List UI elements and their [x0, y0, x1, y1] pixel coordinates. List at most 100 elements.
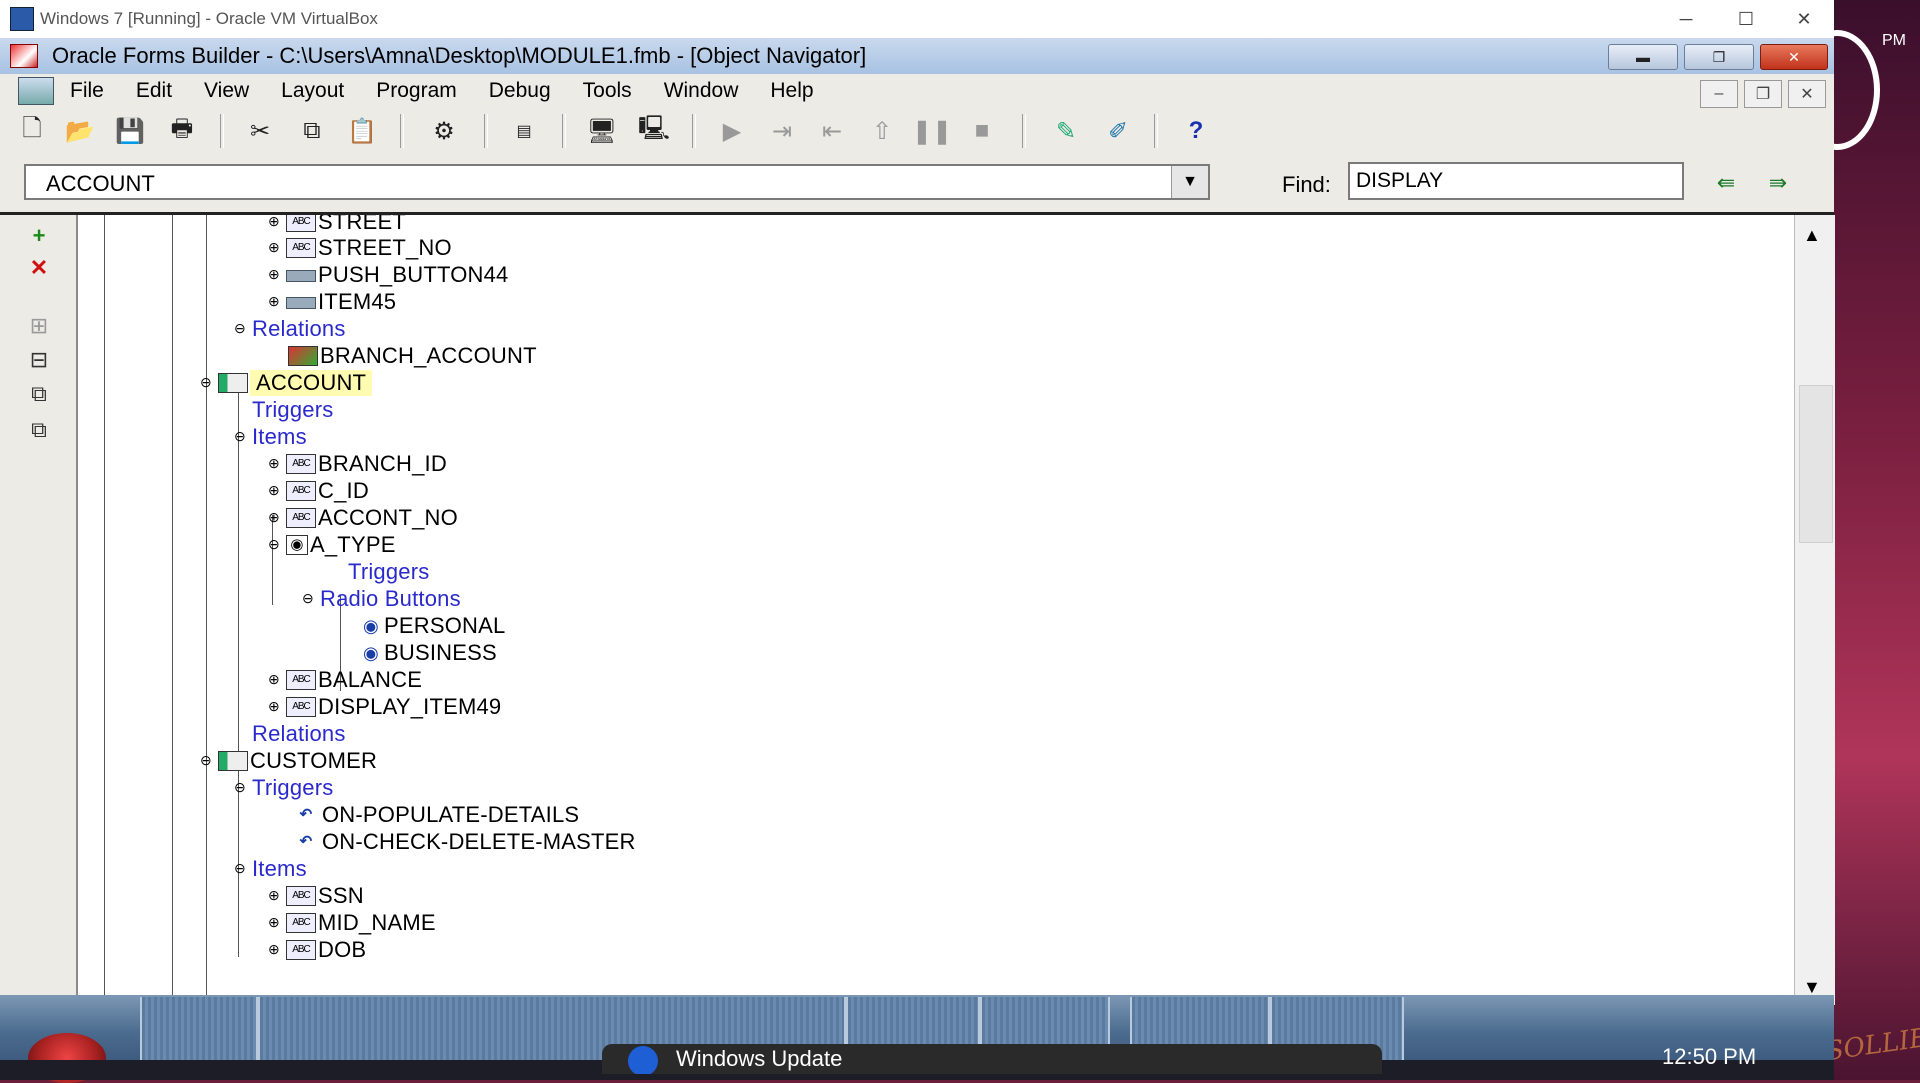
tree-node[interactable]: ◉ BUSINESS	[360, 640, 497, 666]
expand-node-icon[interactable]: ⊕	[266, 483, 282, 499]
scroll-up-icon[interactable]: ▲	[1803, 225, 1821, 246]
expand-icon[interactable]: ⊞	[22, 311, 56, 341]
tree-node[interactable]: ⊕ ABC ACCONT_NO	[266, 505, 458, 531]
menu-window[interactable]: Window	[664, 79, 739, 103]
print-icon[interactable]: 🖶	[166, 115, 198, 146]
go-icon[interactable]: ▶	[716, 116, 748, 146]
tree-node[interactable]: ⊕ ABC C_ID	[266, 478, 369, 504]
tree-node[interactable]: Triggers	[328, 559, 429, 585]
tree-node-selected[interactable]: ⊖ ACCOUNT	[198, 370, 373, 396]
pause-icon[interactable]: ❚❚	[912, 116, 952, 146]
menu-debug[interactable]: Debug	[489, 79, 551, 103]
tree-node[interactable]: ⊕ ABC BALANCE	[266, 667, 422, 693]
delete-icon[interactable]: ✕	[22, 253, 56, 283]
run-form-icon[interactable]: 🖥	[586, 116, 618, 146]
chevron-down-icon[interactable]: ▼	[1171, 166, 1208, 198]
open-folder-icon[interactable]: 📂	[64, 116, 96, 146]
tree-node[interactable]: ⊕ ABC STREET	[266, 215, 406, 235]
menu-file[interactable]: File	[70, 79, 104, 103]
tree-node[interactable]: ⊕ ITEM45	[266, 289, 396, 315]
block-selector[interactable]: ACCOUNT ▼	[24, 164, 1210, 200]
tree-node[interactable]: ⊖ Triggers	[232, 775, 333, 801]
tree-node[interactable]: ⊕ ABC BRANCH_ID	[266, 451, 447, 477]
scrollbar-thumb[interactable]	[1799, 385, 1833, 543]
tree-node[interactable]: ⊖ Items	[232, 856, 307, 882]
menu-tools[interactable]: Tools	[583, 79, 632, 103]
tree-node[interactable]: ↶ ON-POPULATE-DETAILS	[292, 802, 579, 828]
wizard-icon[interactable]: ✎	[1050, 116, 1082, 146]
create-icon[interactable]: +	[22, 221, 56, 251]
tree-node[interactable]: Relations	[232, 721, 346, 747]
tree-node[interactable]: ⊖ Radio Buttons	[300, 586, 461, 612]
collapse-node-icon[interactable]: ⊖	[300, 591, 316, 607]
menu-layout[interactable]: Layout	[281, 79, 344, 103]
collapse-node-icon[interactable]: ⊖	[232, 780, 248, 796]
tree-node[interactable]: ⊖ Relations	[232, 316, 346, 342]
vertical-scrollbar[interactable]: ▲ ▼	[1794, 215, 1835, 1005]
taskbar-button[interactable]	[140, 997, 258, 1060]
host-minimize-button[interactable]: ─	[1656, 0, 1716, 38]
host-maximize-button[interactable]: ☐	[1716, 0, 1776, 38]
mdi-minimize-button[interactable]: –	[1700, 80, 1738, 108]
expand-node-icon[interactable]: ⊕	[266, 699, 282, 715]
save-icon[interactable]: 💾	[114, 116, 146, 146]
collapse-node-icon[interactable]: ⊖	[232, 429, 248, 445]
expand-node-icon[interactable]: ⊕	[266, 294, 282, 310]
step-over-icon[interactable]: ⇤	[816, 116, 848, 146]
tree-node[interactable]: ◉ PERSONAL	[360, 613, 505, 639]
collapse-node-icon[interactable]: ⊖	[266, 537, 282, 553]
tree-node[interactable]: ⊕ ABC MID_NAME	[266, 910, 436, 936]
expand-node-icon[interactable]: ⊕	[266, 888, 282, 904]
navigator-window-icon[interactable]	[18, 77, 54, 105]
help-icon[interactable]: ?	[1180, 116, 1212, 146]
stop-icon[interactable]: ■	[966, 116, 998, 146]
new-file-icon[interactable]: 🗋	[16, 115, 48, 146]
collapse-icon[interactable]: ⊟	[22, 345, 56, 375]
tree-node[interactable]: ⊕ PUSH_BUTTON44	[266, 262, 508, 288]
expand-node-icon[interactable]: ⊕	[266, 672, 282, 688]
find-next-icon[interactable]: ⇛	[1760, 168, 1796, 198]
reentrant-wizard-icon[interactable]: ✐	[1102, 116, 1134, 146]
tree-node[interactable]: ⊖ CUSTOMER	[198, 748, 377, 774]
find-previous-icon[interactable]: ⇚	[1708, 168, 1744, 198]
expand-all-icon[interactable]: ⧉	[22, 379, 56, 409]
mdi-restore-button[interactable]: ❐	[1744, 80, 1782, 108]
collapse-node-icon[interactable]: ⊖	[198, 375, 214, 391]
binary-icon[interactable]: ▤	[508, 116, 540, 146]
expand-node-icon[interactable]: ⊕	[266, 942, 282, 958]
step-out-icon[interactable]: ⇧	[866, 116, 898, 146]
expand-node-icon[interactable]: ⊕	[266, 215, 282, 230]
host-close-button[interactable]: ✕	[1774, 0, 1834, 38]
collapse-node-icon[interactable]: ⊖	[198, 753, 214, 769]
tree-node[interactable]: ⊕ ABC SSN	[266, 883, 364, 909]
step-into-icon[interactable]: ⇥	[766, 116, 798, 146]
forms-restore-button[interactable]: ❐	[1684, 44, 1754, 70]
expand-node-icon[interactable]: ⊕	[266, 915, 282, 931]
menu-edit[interactable]: Edit	[136, 79, 172, 103]
tree-node[interactable]: ⊕ ABC STREET_NO	[266, 235, 452, 261]
run-debug-icon[interactable]: 🖳	[638, 115, 670, 146]
menu-program[interactable]: Program	[376, 79, 457, 103]
collapse-all-icon[interactable]: ⧉	[22, 415, 56, 445]
expand-node-icon[interactable]: ⊕	[266, 456, 282, 472]
tree-node[interactable]: ⊖ Items	[232, 424, 307, 450]
update-notification[interactable]: Windows Update	[602, 1044, 1382, 1074]
forms-close-button[interactable]: ✕	[1760, 44, 1828, 70]
cut-icon[interactable]: ✂	[244, 116, 276, 146]
tree-node[interactable]: ⊖ ◉ A_TYPE	[266, 532, 396, 558]
find-input[interactable]	[1348, 162, 1684, 200]
collapse-node-icon[interactable]: ⊖	[232, 321, 248, 337]
mdi-close-button[interactable]: ✕	[1788, 80, 1826, 108]
menu-view[interactable]: View	[204, 79, 249, 103]
tree-node[interactable]: ↶ ON-CHECK-DELETE-MASTER	[292, 829, 636, 855]
menu-help[interactable]: Help	[770, 79, 813, 103]
tree-node[interactable]: ⊕ ABC DISPLAY_ITEM49	[266, 694, 501, 720]
expand-node-icon[interactable]: ⊕	[266, 240, 282, 256]
collapse-node-icon[interactable]: ⊖	[232, 861, 248, 877]
copy-icon[interactable]: ⧉	[296, 116, 328, 146]
tree-node[interactable]: ⊕ ABC DOB	[266, 937, 366, 963]
tree-node[interactable]: BRANCH_ACCOUNT	[288, 343, 537, 369]
paste-icon[interactable]: 📋	[346, 116, 378, 146]
compile-icon[interactable]: ⚙	[428, 116, 460, 146]
forms-minimize-button[interactable]: ▬	[1608, 44, 1678, 70]
